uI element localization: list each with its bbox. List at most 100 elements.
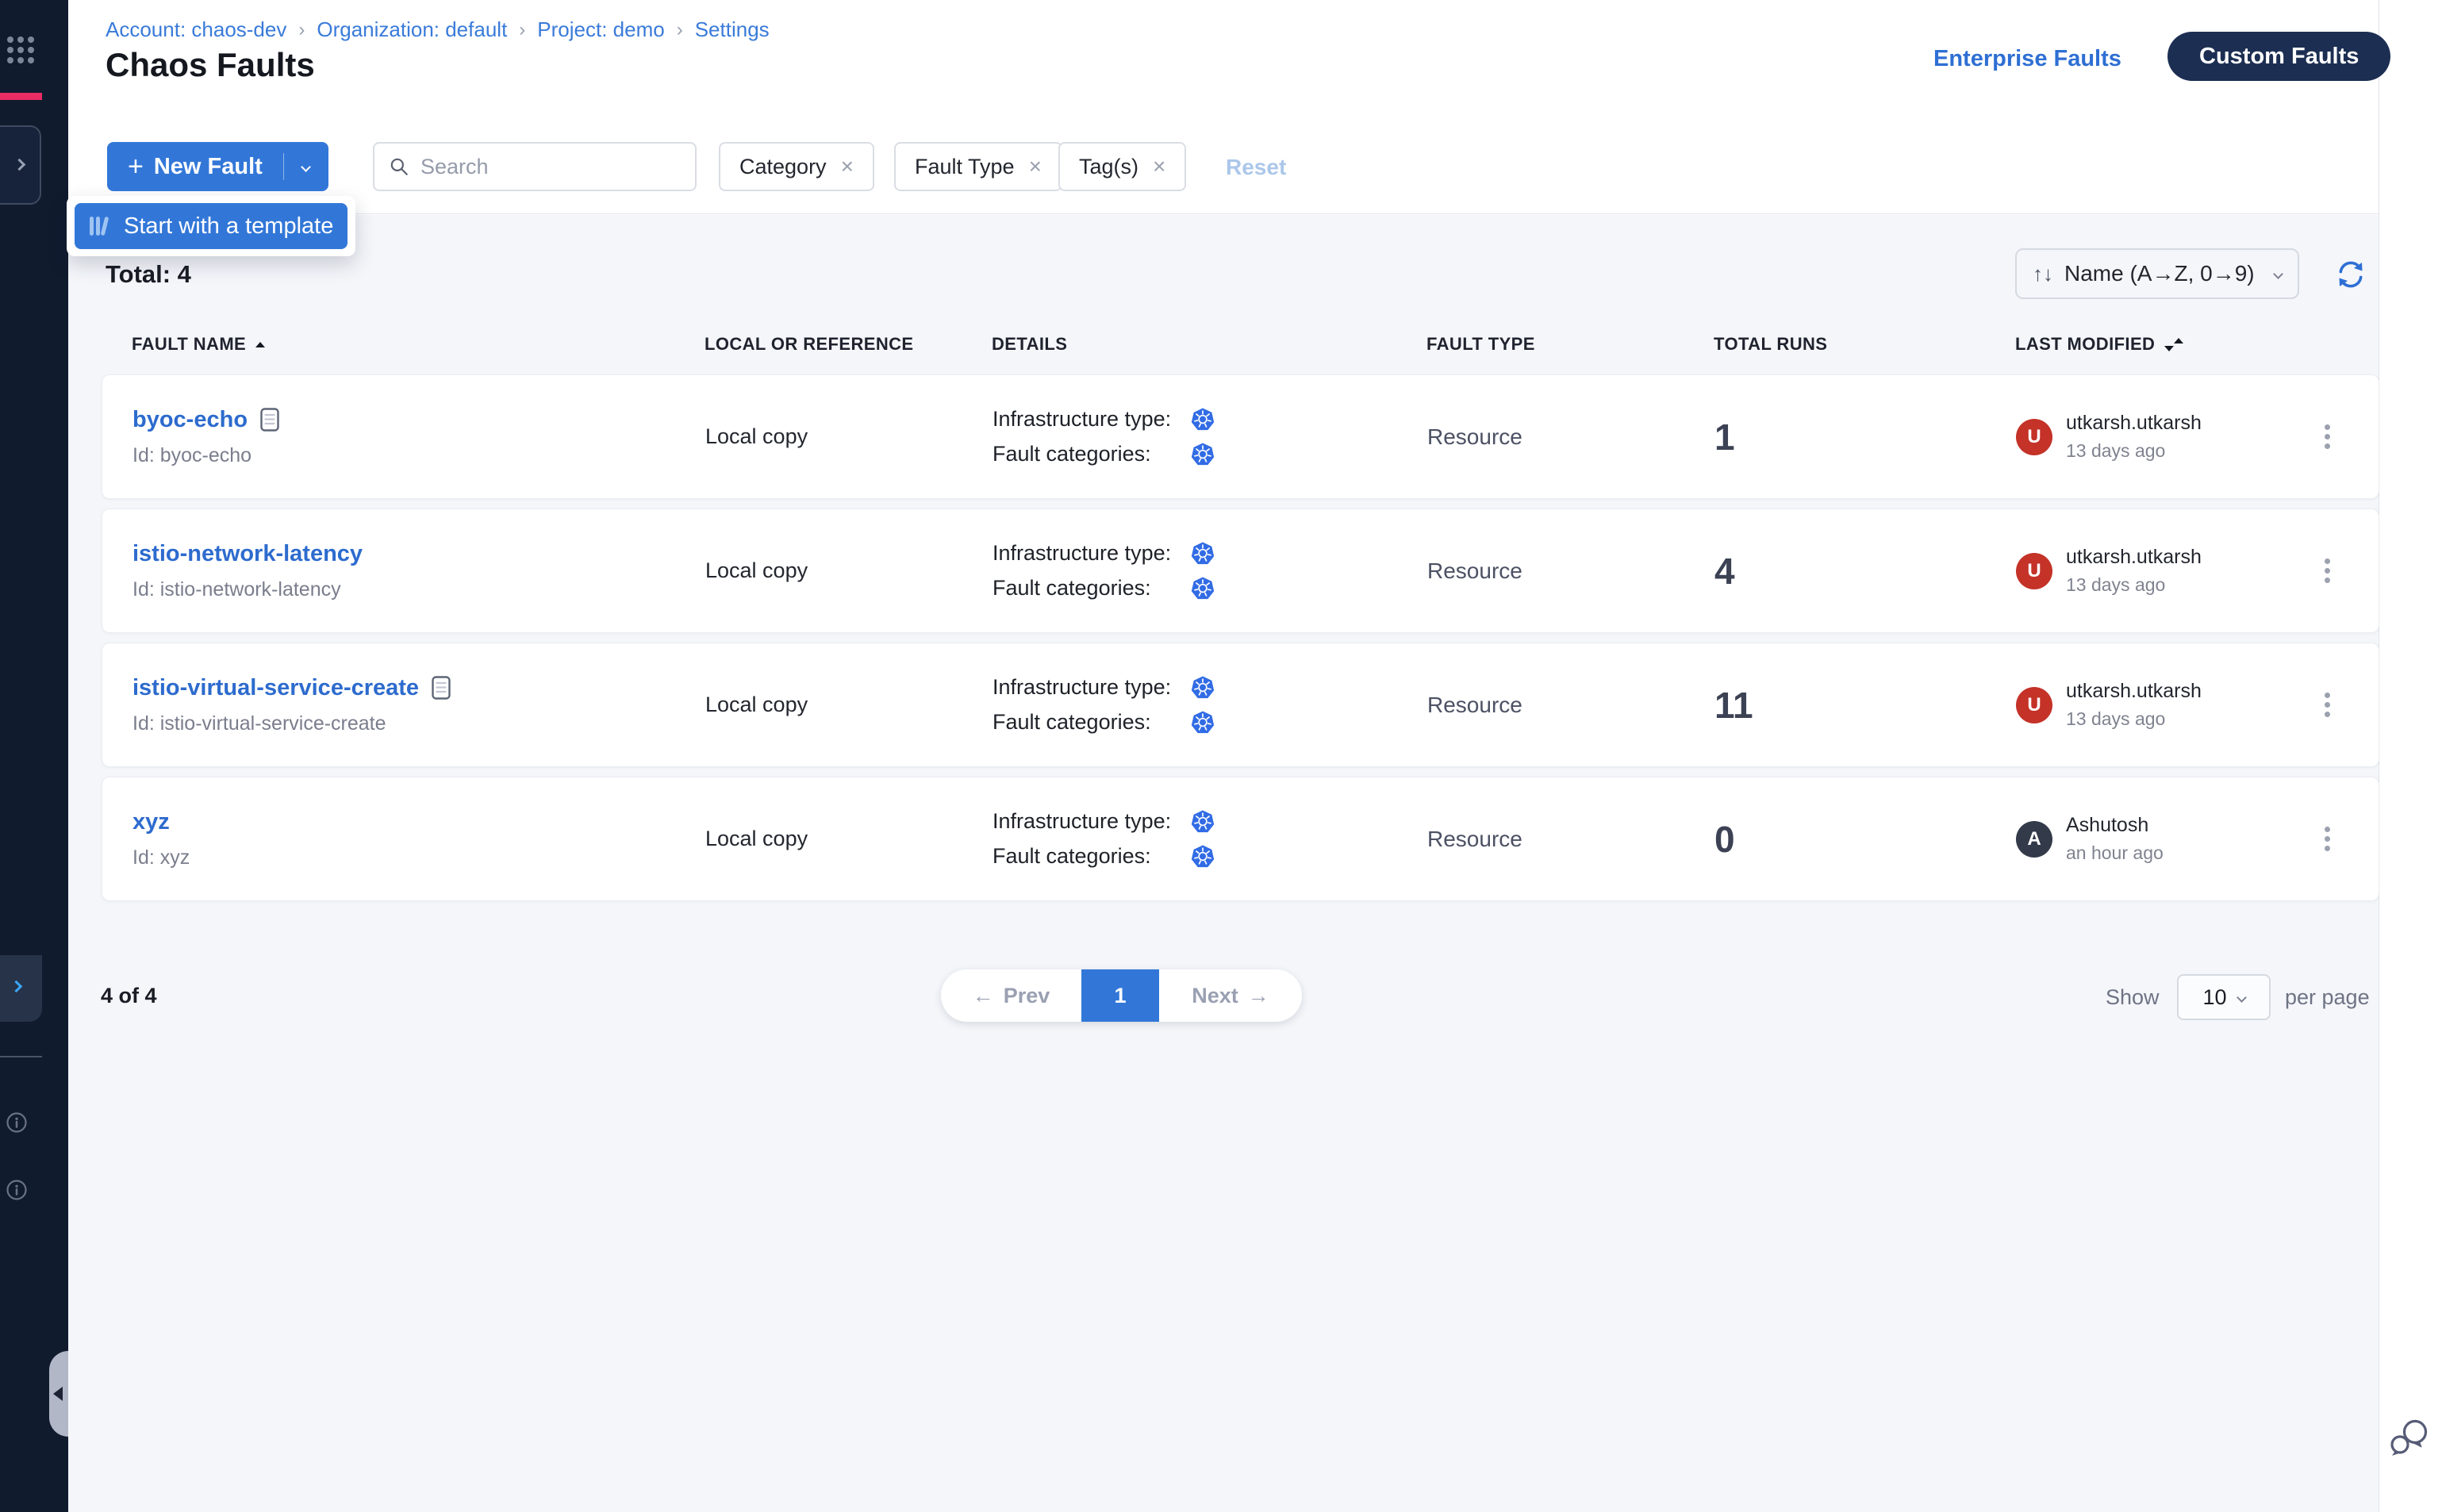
filter-chip-fault-type[interactable]: Fault Type ×	[894, 142, 1062, 191]
fault-id: Id: byoc-echo	[132, 444, 705, 467]
sort-select[interactable]: ↑↓ Name (A→Z, 0→9)	[2015, 248, 2299, 299]
modified-time: 13 days ago	[2066, 708, 2202, 730]
sidebar-collapse-handle[interactable]	[49, 1351, 68, 1437]
sort-arrows-icon: ↑↓	[2033, 262, 2053, 286]
kebab-menu-icon[interactable]	[2325, 558, 2331, 583]
page-size-value: 10	[2202, 985, 2226, 1010]
search-input[interactable]	[420, 155, 658, 179]
column-label: DETAILS	[992, 334, 1067, 355]
next-page-button[interactable]: Next →	[1159, 969, 1302, 1022]
right-rail	[2379, 0, 2442, 1512]
fault-type: Resource	[1427, 693, 1714, 718]
kubernetes-icon	[1191, 443, 1215, 466]
pagination-control: ← Prev 1 Next →	[941, 969, 1302, 1022]
module-expander-panel[interactable]	[0, 125, 41, 205]
fault-type: Resource	[1427, 827, 1714, 852]
reset-filters-button[interactable]: Reset	[1226, 155, 1286, 180]
info-icon[interactable]	[6, 1111, 28, 1134]
chat-support-icon[interactable]	[2386, 1412, 2432, 1466]
fault-categories-label: Fault categories:	[993, 576, 1191, 601]
kubernetes-icon	[1191, 845, 1215, 869]
local-or-reference: Local copy	[705, 693, 993, 717]
left-sidebar	[0, 0, 68, 1512]
infra-type-label: Infrastructure type:	[993, 675, 1191, 700]
row-count-label: 4 of 4	[101, 984, 157, 1008]
info-icon[interactable]	[6, 1179, 28, 1201]
sidebar-expand-tile[interactable]	[0, 955, 42, 1022]
kubernetes-icon	[1191, 542, 1215, 566]
new-fault-label: New Fault	[154, 154, 263, 180]
close-icon[interactable]: ×	[1153, 155, 1165, 178]
close-icon[interactable]: ×	[841, 155, 854, 178]
column-label: LAST MODIFIED	[2015, 334, 2155, 355]
enterprise-faults-link[interactable]: Enterprise Faults	[1933, 46, 2121, 72]
column-label: FAULT TYPE	[1426, 334, 1535, 355]
modified-time: 13 days ago	[2066, 440, 2202, 462]
table-row: istio-virtual-service-create Id: istio-v…	[102, 643, 2379, 767]
breadcrumb-settings-link[interactable]: Settings	[695, 17, 770, 42]
column-header-fault-type: FAULT TYPE	[1426, 334, 1714, 355]
template-icon	[87, 214, 111, 238]
page-number-button[interactable]: 1	[1081, 969, 1159, 1022]
column-header-details: DETAILS	[992, 334, 1426, 355]
page-size-select[interactable]: 10	[2177, 974, 2271, 1020]
breadcrumb-separator: ›	[519, 19, 525, 41]
sort-ascending-icon	[255, 342, 265, 347]
filter-chip-tags[interactable]: Tag(s) ×	[1058, 142, 1186, 191]
search-input-wrapper[interactable]	[373, 142, 697, 191]
start-with-template-label: Start with a template	[124, 213, 333, 240]
breadcrumb-project-link[interactable]: Project: demo	[537, 17, 664, 42]
brand-accent-bar	[0, 93, 42, 100]
local-or-reference: Local copy	[705, 827, 993, 851]
local-or-reference: Local copy	[705, 558, 993, 583]
new-fault-button[interactable]: + New Fault	[107, 153, 283, 180]
breadcrumb-account-link[interactable]: Account: chaos-dev	[106, 17, 286, 42]
column-header-fault-name[interactable]: FAULT NAME	[132, 334, 705, 355]
avatar: U	[2016, 553, 2052, 589]
sidebar-divider	[0, 1056, 42, 1057]
infra-type-label: Infrastructure type:	[993, 541, 1191, 566]
description-icon[interactable]	[260, 408, 279, 432]
avatar: U	[2016, 687, 2052, 723]
page-title: Chaos Faults	[106, 46, 315, 84]
table-row: xyz Id: xyz Local copy Infrastructure ty…	[102, 777, 2379, 901]
kubernetes-icon	[1191, 810, 1215, 834]
fault-categories-label: Fault categories:	[993, 442, 1191, 466]
per-page-label: per page	[2285, 985, 2370, 1010]
filter-chip-category[interactable]: Category ×	[719, 142, 874, 191]
breadcrumb-org-link[interactable]: Organization: default	[317, 17, 507, 42]
prev-page-button[interactable]: ← Prev	[941, 969, 1081, 1022]
refresh-icon[interactable]	[2335, 259, 2367, 290]
apps-grid-icon[interactable]	[7, 36, 34, 63]
fault-id: Id: istio-network-latency	[132, 578, 705, 601]
fault-type: Resource	[1427, 558, 1714, 584]
infra-type-label: Infrastructure type:	[993, 407, 1191, 432]
kubernetes-icon	[1191, 711, 1215, 735]
column-header-last-modified[interactable]: LAST MODIFIED	[2015, 334, 2297, 355]
fault-name-link[interactable]: istio-network-latency	[132, 541, 363, 567]
infra-type-label: Infrastructure type:	[993, 809, 1191, 834]
kubernetes-icon	[1191, 577, 1215, 601]
new-fault-split-button[interactable]: + New Fault	[107, 142, 328, 191]
custom-faults-button[interactable]: Custom Faults	[2167, 32, 2390, 81]
kebab-menu-icon[interactable]	[2325, 827, 2331, 851]
chevron-down-icon	[2273, 269, 2283, 279]
description-icon[interactable]	[432, 676, 451, 700]
kebab-menu-icon[interactable]	[2325, 424, 2331, 449]
fault-name-link[interactable]: byoc-echo	[132, 407, 248, 433]
close-icon[interactable]: ×	[1029, 155, 1042, 178]
search-icon	[389, 156, 409, 177]
prev-arrow-icon: ←	[973, 984, 994, 1008]
filter-chip-label: Category	[739, 155, 827, 179]
kubernetes-icon	[1191, 408, 1215, 432]
new-fault-dropdown-toggle[interactable]	[284, 163, 328, 171]
chevron-down-icon	[301, 162, 311, 172]
start-with-template-menu-item[interactable]: Start with a template	[75, 203, 347, 249]
kebab-menu-icon[interactable]	[2325, 693, 2331, 717]
fault-categories-label: Fault categories:	[993, 710, 1191, 735]
modified-by: utkarsh.utkarsh	[2066, 412, 2202, 435]
column-header-local-or-reference: LOCAL OR REFERENCE	[705, 334, 992, 355]
fault-name-link[interactable]: xyz	[132, 809, 170, 835]
fault-name-link[interactable]: istio-virtual-service-create	[132, 675, 419, 701]
chevron-right-icon	[10, 980, 23, 993]
